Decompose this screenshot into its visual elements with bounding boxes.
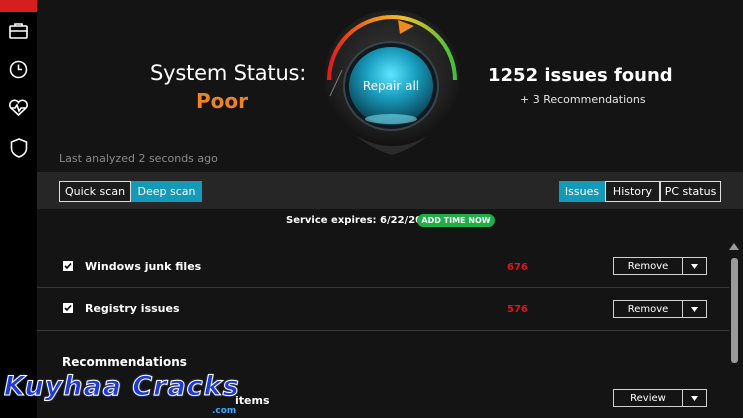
system-status-value: Poor	[196, 89, 249, 113]
heart-pulse-icon[interactable]	[8, 97, 29, 118]
scan-toolbar: Quick scan Deep scan Issues History PC s…	[37, 172, 743, 209]
system-status-label: System Status:	[150, 61, 307, 85]
windows-junk-count: 676	[507, 262, 528, 273]
scroll-thumb[interactable]	[731, 258, 738, 363]
watermark-domain: .com	[212, 406, 237, 416]
quick-scan-button[interactable]: Quick scan	[59, 181, 131, 202]
briefcase-icon[interactable]	[8, 20, 29, 41]
watermark-text: Kuyhaa Cracks	[4, 371, 240, 403]
windows-junk-label: Windows junk files	[85, 260, 202, 273]
chevron-down-icon[interactable]	[682, 258, 706, 274]
windows-junk-checkbox[interactable]	[63, 261, 73, 271]
scroll-up-icon[interactable]	[728, 242, 740, 252]
remove-label: Remove	[627, 303, 669, 315]
registry-checkbox[interactable]	[63, 303, 73, 313]
review-label: Review	[630, 392, 666, 404]
registry-label: Registry issues	[85, 302, 180, 315]
review-button[interactable]: Review	[613, 389, 707, 407]
checkmark-icon	[64, 262, 72, 270]
issues-found-count: 1252 issues found	[488, 65, 673, 86]
deep-scan-button[interactable]: Deep scan	[131, 181, 202, 202]
remove-label: Remove	[627, 260, 669, 272]
sidebar	[0, 0, 37, 418]
registry-remove-button[interactable]: Remove	[613, 300, 707, 318]
chevron-down-icon[interactable]	[682, 390, 706, 406]
row-divider	[37, 287, 729, 288]
watermark: Kuyhaa Cracks .com	[0, 369, 250, 418]
service-expires-text: Service expires: 6/22/2020	[286, 215, 437, 226]
recommendations-count: + 3 Recommendations	[520, 93, 646, 106]
clock-icon[interactable]	[8, 59, 29, 80]
repair-all-button[interactable]: Repair all	[343, 41, 439, 131]
chevron-down-icon[interactable]	[682, 301, 706, 317]
add-time-button[interactable]: ADD TIME NOW	[417, 214, 495, 227]
shield-icon[interactable]	[8, 137, 29, 158]
checkmark-icon	[64, 304, 72, 312]
tab-history[interactable]: History	[605, 181, 660, 202]
registry-count: 576	[507, 304, 528, 315]
status-header: System Status: Poor Last analyzed 2 seco…	[37, 0, 743, 172]
window-accent-bar	[0, 0, 37, 12]
recommendations-heading: Recommendations	[62, 355, 187, 369]
last-analyzed-text: Last analyzed 2 seconds ago	[59, 152, 218, 165]
windows-junk-remove-button[interactable]: Remove	[613, 257, 707, 275]
row-divider	[37, 330, 729, 331]
tab-issues[interactable]: Issues	[559, 181, 605, 202]
scrollbar[interactable]	[728, 236, 740, 418]
tab-pc-status[interactable]: PC status	[660, 181, 721, 202]
repair-all-label: Repair all	[362, 79, 420, 93]
